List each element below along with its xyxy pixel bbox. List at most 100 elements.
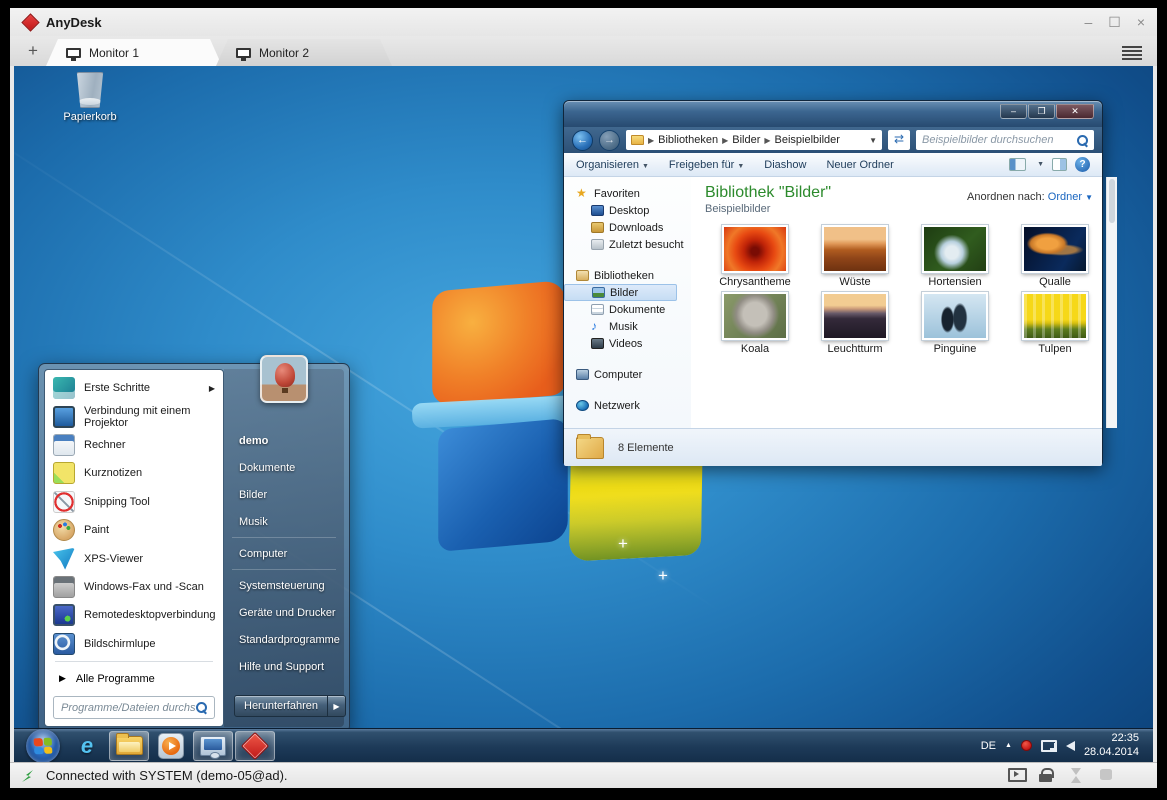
views-icon[interactable] xyxy=(1009,158,1026,171)
explorer-close-button[interactable]: ✕ xyxy=(1056,104,1094,119)
place-devices-printers[interactable]: Geräte und Drucker xyxy=(224,599,344,626)
shutdown-button[interactable]: Herunterfahren xyxy=(234,695,328,717)
explorer-titlebar[interactable]: – ❐ ✕ xyxy=(564,101,1102,127)
help-icon[interactable]: ? xyxy=(1075,157,1090,172)
menu-item-calculator[interactable]: Rechner xyxy=(45,431,223,459)
start-button[interactable] xyxy=(26,729,60,763)
refresh-button[interactable]: ⇄ xyxy=(888,130,910,150)
place-help-support[interactable]: Hilfe und Support xyxy=(224,653,344,680)
menu-item-getting-started[interactable]: Erste Schritte▶ xyxy=(45,374,223,402)
explorer-search-input[interactable] xyxy=(922,134,1077,146)
place-control-panel[interactable]: Systemsteuerung xyxy=(224,572,344,599)
image-thumbnail xyxy=(922,225,988,273)
slideshow-button[interactable]: Diashow xyxy=(764,159,806,171)
caret-down-icon[interactable]: ▼ xyxy=(1037,161,1044,168)
organize-menu[interactable]: Organisieren▼ xyxy=(576,159,649,171)
hamburger-menu-icon[interactable] xyxy=(1121,44,1143,62)
nav-libraries[interactable]: Bibliotheken xyxy=(564,267,691,284)
explorer-minimize-button[interactable]: – xyxy=(1000,104,1027,119)
windows-logo-icon xyxy=(34,737,53,754)
close-button[interactable]: × xyxy=(1137,15,1145,29)
show-hidden-icons[interactable]: ▲ xyxy=(1005,742,1012,749)
menu-item-xps-viewer[interactable]: XPS-Viewer xyxy=(45,544,223,572)
file-item[interactable]: Leuchtturm xyxy=(805,292,905,355)
taskbar-media-player[interactable] xyxy=(151,731,191,761)
minimize-button[interactable]: – xyxy=(1084,15,1092,29)
tab-monitor-2[interactable]: Monitor 2 xyxy=(216,39,392,66)
share-menu[interactable]: Freigeben für▼ xyxy=(669,159,744,171)
magnifier-icon xyxy=(53,633,75,655)
fax-scan-icon xyxy=(53,576,75,598)
start-search-input[interactable] xyxy=(61,702,196,714)
place-default-programs[interactable]: Standardprogramme xyxy=(224,626,344,653)
file-item[interactable]: Tulpen xyxy=(1005,292,1105,355)
menu-item-fax-scan[interactable]: Windows-Fax und -Scan xyxy=(45,573,223,601)
add-tab-button[interactable]: + xyxy=(20,41,46,61)
file-item[interactable]: Chrysantheme xyxy=(705,225,805,288)
explorer-content: Bibliothek "Bilder" Beispielbilder Anord… xyxy=(691,177,1117,428)
nav-recent[interactable]: Zuletzt besucht xyxy=(564,236,691,253)
nav-downloads[interactable]: Downloads xyxy=(564,219,691,236)
file-item[interactable]: Hortensien xyxy=(905,225,1005,288)
language-indicator[interactable]: DE xyxy=(981,740,996,752)
user-avatar[interactable] xyxy=(260,355,308,403)
shutdown-options-arrow[interactable]: ▶ xyxy=(328,695,346,717)
folder-icon xyxy=(576,437,604,459)
all-programs[interactable]: ▶Alle Programme xyxy=(45,665,223,692)
menu-item-snipping-tool[interactable]: Snipping Tool xyxy=(45,488,223,516)
sparkle-icon: + xyxy=(618,534,628,554)
volume-icon[interactable] xyxy=(1066,741,1075,751)
breadcrumb-dropdown-icon[interactable]: ▼ xyxy=(869,136,877,145)
scrollbar[interactable] xyxy=(1106,177,1117,428)
nav-computer[interactable]: Computer xyxy=(564,366,691,383)
taskbar-remote-tool[interactable] xyxy=(193,731,233,761)
anydesk-window: AnyDesk – ☐ × + Monitor 1 Monitor 2 + + … xyxy=(10,8,1157,788)
file-item[interactable]: Qualle xyxy=(1005,225,1105,288)
preview-pane-icon[interactable] xyxy=(1052,158,1067,171)
breadcrumb[interactable]: ▶ Bibliotheken ▶ Bilder ▶ Beispielbilder… xyxy=(626,130,882,150)
breadcrumb-segment[interactable]: Beispielbilder xyxy=(775,134,840,146)
start-search[interactable] xyxy=(53,696,215,719)
menu-item-magnifier[interactable]: Bildschirmlupe xyxy=(45,630,223,658)
explorer-search[interactable] xyxy=(916,130,1094,150)
menu-item-sticky-notes[interactable]: Kurznotizen xyxy=(45,459,223,487)
nav-favorites[interactable]: ★Favoriten xyxy=(564,185,691,202)
taskbar-explorer[interactable] xyxy=(109,731,149,761)
nav-network[interactable]: Netzwerk xyxy=(564,397,691,414)
place-music[interactable]: Musik xyxy=(224,508,344,535)
menu-item-projector[interactable]: Verbindung mit einem Projektor xyxy=(45,402,223,430)
clock[interactable]: 22:35 28.04.2014 xyxy=(1084,732,1139,760)
lock-icon[interactable] xyxy=(1038,768,1055,783)
remote-desktop-viewport[interactable]: + + Papierkorb – ❐ ✕ ← → ▶ Bibliothe xyxy=(14,66,1153,762)
screen-share-icon[interactable] xyxy=(1008,768,1025,783)
breadcrumb-segment[interactable]: Bibliotheken xyxy=(658,134,718,146)
nav-documents[interactable]: Dokumente xyxy=(564,301,691,318)
tab-monitor-1[interactable]: Monitor 1 xyxy=(46,39,222,66)
back-button[interactable]: ← xyxy=(572,130,593,151)
file-item[interactable]: Pinguine xyxy=(905,292,1005,355)
monitor-icon xyxy=(66,48,81,58)
file-item[interactable]: Koala xyxy=(705,292,805,355)
nav-desktop[interactable]: Desktop xyxy=(564,202,691,219)
new-folder-button[interactable]: Neuer Ordner xyxy=(826,159,893,171)
recycle-bin-desktop-icon[interactable]: Papierkorb xyxy=(50,72,130,123)
computer-icon xyxy=(576,369,589,380)
anydesk-tray-icon[interactable] xyxy=(1021,740,1032,751)
breadcrumb-segment[interactable]: Bilder xyxy=(732,134,760,146)
taskbar-internet-explorer[interactable]: e xyxy=(67,731,107,761)
menu-item-remote-desktop[interactable]: Remotedesktopverbindung xyxy=(45,601,223,629)
nav-music[interactable]: ♪Musik xyxy=(564,318,691,335)
nav-videos[interactable]: Videos xyxy=(564,335,691,352)
forward-button[interactable]: → xyxy=(599,130,620,151)
taskbar-anydesk[interactable] xyxy=(235,731,275,761)
explorer-maximize-button[interactable]: ❐ xyxy=(1028,104,1055,119)
file-item[interactable]: Wüste xyxy=(805,225,905,288)
menu-item-paint[interactable]: Paint xyxy=(45,516,223,544)
maximize-button[interactable]: ☐ xyxy=(1108,15,1121,29)
user-name[interactable]: demo xyxy=(224,427,344,454)
nav-pictures[interactable]: Bilder xyxy=(564,284,677,301)
place-computer[interactable]: Computer xyxy=(224,540,344,567)
place-documents[interactable]: Dokumente xyxy=(224,454,344,481)
place-pictures[interactable]: Bilder xyxy=(224,481,344,508)
arrange-by[interactable]: Anordnen nach: Ordner ▼ xyxy=(967,191,1093,203)
